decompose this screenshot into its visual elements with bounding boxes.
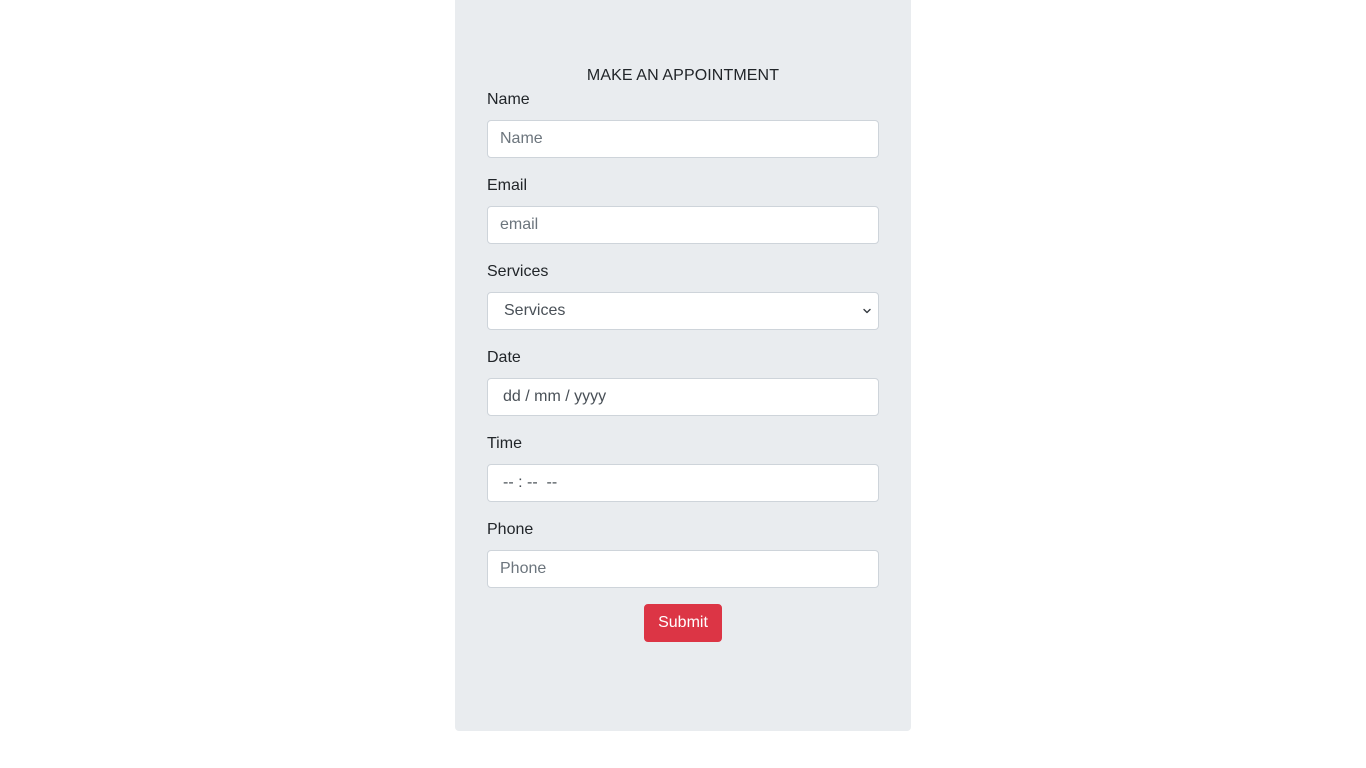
chevron-down-icon (863, 308, 871, 314)
time-placeholder: -- : -- -- (503, 474, 558, 491)
phone-label: Phone (487, 521, 534, 538)
form-title: MAKE AN APPOINTMENT (586, 67, 780, 84)
name-label: Name (487, 91, 530, 108)
appointment-card: MAKE AN APPOINTMENT Name Email Services … (455, 0, 911, 731)
services-selected-value: Services (504, 302, 566, 319)
services-select[interactable]: Services (487, 292, 879, 330)
email-label: Email (487, 177, 528, 194)
services-label: Services (487, 263, 549, 280)
phone-input[interactable] (487, 550, 879, 588)
email-input[interactable] (487, 206, 879, 244)
submit-button[interactable]: Submit (644, 604, 722, 642)
time-label: Time (487, 435, 522, 452)
date-input[interactable]: dd / mm / yyyy (487, 378, 879, 416)
time-input[interactable]: -- : -- -- (487, 464, 879, 502)
date-label: Date (487, 349, 521, 366)
date-placeholder: dd / mm / yyyy (503, 388, 607, 405)
name-input[interactable] (487, 120, 879, 158)
